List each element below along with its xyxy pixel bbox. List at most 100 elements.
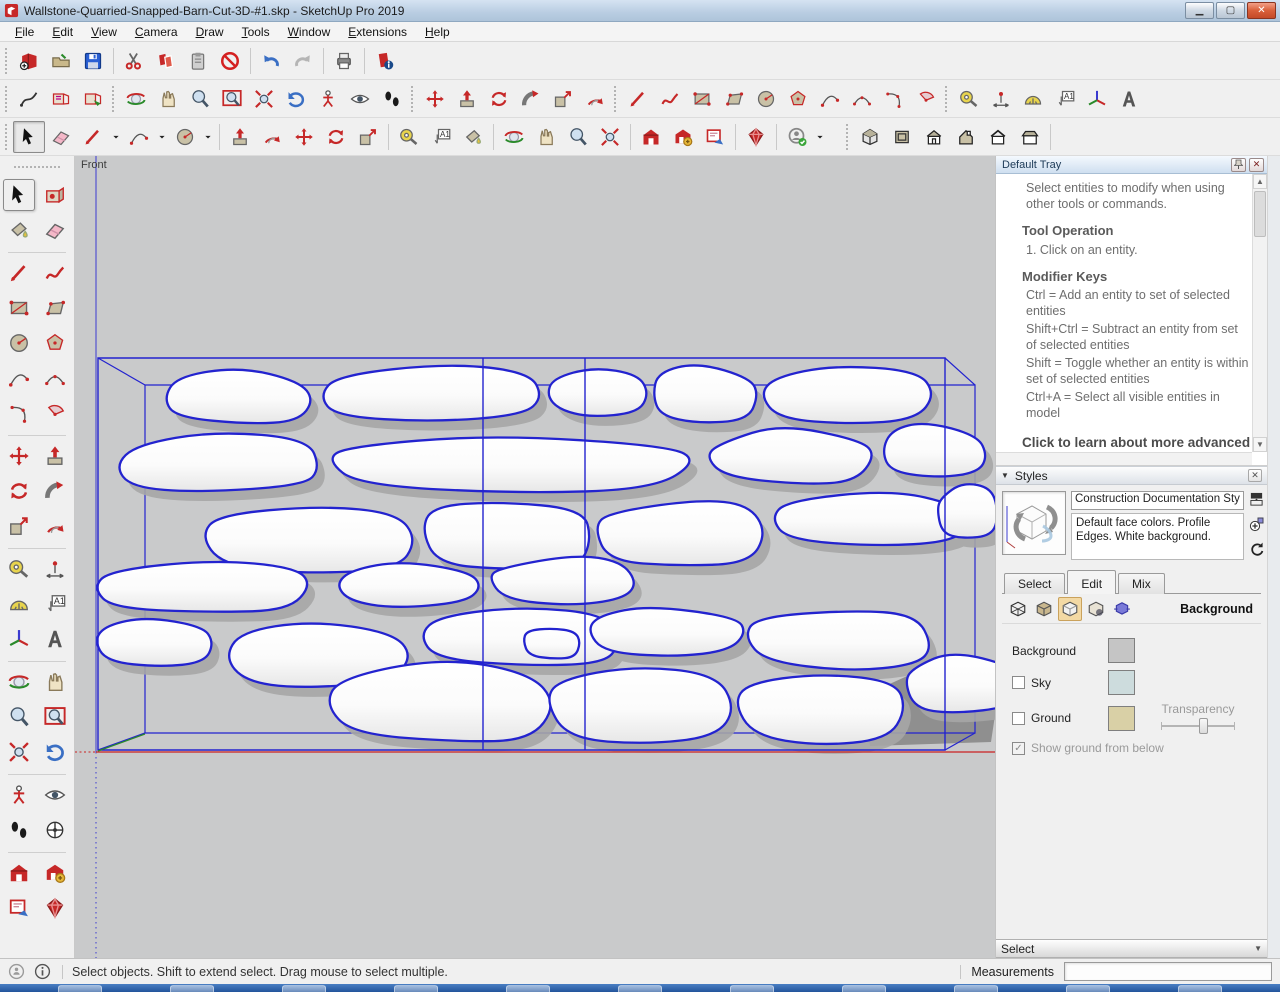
line-icon[interactable] [3,257,35,289]
menu-item-edit[interactable]: Edit [43,23,82,41]
taskbar-app-button[interactable] [282,985,326,992]
push-pull-icon[interactable] [39,440,71,472]
view-front-icon[interactable] [918,121,950,153]
follow-me-icon[interactable] [39,475,71,507]
view-left-icon[interactable] [1014,121,1046,153]
three-point-arc-icon[interactable] [3,397,35,429]
close-button[interactable]: ✕ [1247,2,1276,19]
look-around-icon[interactable] [344,83,376,115]
layout-send-icon[interactable] [3,892,35,924]
tab-select[interactable]: Select [1004,573,1065,594]
axes-icon[interactable] [1081,83,1113,115]
stone[interactable] [339,563,478,607]
offset-icon[interactable] [256,121,288,153]
scale-icon[interactable] [547,83,579,115]
arc-icon[interactable] [814,83,846,115]
background-settings-icon[interactable] [1058,597,1082,621]
stone[interactable] [598,501,763,565]
zoom-icon[interactable] [184,83,216,115]
background-swatch[interactable] [1108,638,1135,663]
collapsed-panel-select[interactable]: Select ▼ [996,939,1267,958]
axes-icon[interactable] [3,623,35,655]
redo-icon[interactable] [287,45,319,77]
rotate-icon[interactable] [320,121,352,153]
zoom-window-icon[interactable] [39,701,71,733]
select-icon[interactable] [13,121,45,153]
erase-icon[interactable] [214,45,246,77]
stone[interactable] [97,619,211,666]
toolbar-grip[interactable] [5,86,8,112]
warehouse-component-icon[interactable] [667,121,699,153]
taskbar-app-button[interactable] [506,985,550,992]
rotate-icon[interactable] [483,83,515,115]
three-point-arc-icon[interactable] [878,83,910,115]
extension-warehouse-icon[interactable] [39,892,71,924]
push-pull-icon[interactable] [224,121,256,153]
modeling-settings-icon[interactable] [1110,597,1134,621]
walk-icon[interactable] [376,83,408,115]
instructor-scrollbar[interactable]: ▲ ▼ [1252,174,1267,452]
eraser-icon[interactable] [45,121,77,153]
freehand-icon[interactable] [39,257,71,289]
scroll-down-icon[interactable]: ▼ [1253,437,1267,452]
tape-measure-icon[interactable] [3,553,35,585]
show-ground-checkbox[interactable]: ✓ [1012,742,1025,755]
toolbar-grip[interactable] [846,124,849,150]
sky-checkbox[interactable] [1012,676,1025,689]
stone[interactable] [97,562,307,612]
taskbar-app-button[interactable] [394,985,438,992]
create-style-icon[interactable] [1249,516,1265,535]
taskbar-app-button[interactable] [842,985,886,992]
stone[interactable] [524,629,579,659]
taskbar-app-button[interactable] [1066,985,1110,992]
edge-settings-icon[interactable] [1006,597,1030,621]
tape-measure-icon[interactable] [953,83,985,115]
zoom-extents-icon[interactable] [3,736,35,768]
geolocation-icon[interactable] [8,963,25,980]
dropdown-caret-icon[interactable] [155,121,169,153]
select-icon[interactable] [3,179,35,211]
taskbar-app-button[interactable] [1178,985,1222,992]
tray-header[interactable]: Default Tray ✕ [996,156,1267,174]
styles-panel-header[interactable]: ▼ Styles ✕ [996,466,1267,485]
ground-swatch[interactable] [1108,706,1135,731]
zoom-previous-icon[interactable] [39,736,71,768]
stone[interactable] [591,608,744,656]
zoom-extents-icon[interactable] [594,121,626,153]
view-right-icon[interactable] [950,121,982,153]
text-icon[interactable]: A1 [39,588,71,620]
zoom-icon[interactable] [562,121,594,153]
model-canvas[interactable]: Front [75,156,995,958]
menu-item-view[interactable]: View [82,23,126,41]
polygon-icon[interactable] [39,327,71,359]
undo-icon[interactable] [255,45,287,77]
instructor-learn-more-link[interactable]: Click to learn about more advanced opera… [1022,434,1251,451]
pan-icon[interactable] [39,666,71,698]
menu-item-draw[interactable]: Draw [187,23,233,41]
push-pull-icon[interactable] [451,83,483,115]
taskbar-app-button[interactable] [170,985,214,992]
toolbar-grip[interactable] [5,124,8,150]
component-green-icon[interactable] [77,83,109,115]
watermark-settings-icon[interactable] [1084,597,1108,621]
line-icon[interactable] [622,83,654,115]
stone[interactable] [764,367,931,423]
stone[interactable] [324,366,540,421]
freehand-icon[interactable] [654,83,686,115]
slider-thumb[interactable] [1199,718,1208,734]
protractor-icon[interactable] [3,588,35,620]
two-point-arc-icon[interactable] [39,362,71,394]
offset-icon[interactable] [39,510,71,542]
orbit-icon[interactable] [498,121,530,153]
measurements-input[interactable] [1064,962,1272,981]
paint-bucket-icon[interactable] [3,214,35,246]
arc-icon[interactable] [3,362,35,394]
dimension-icon[interactable] [985,83,1017,115]
view-top-icon[interactable] [886,121,918,153]
text-icon[interactable]: A1 [425,121,457,153]
zoom-extents-icon[interactable] [248,83,280,115]
two-point-arc-icon[interactable] [846,83,878,115]
toolbar-grip[interactable] [411,86,414,112]
position-camera-icon[interactable] [312,83,344,115]
paint-bucket-icon[interactable] [457,121,489,153]
